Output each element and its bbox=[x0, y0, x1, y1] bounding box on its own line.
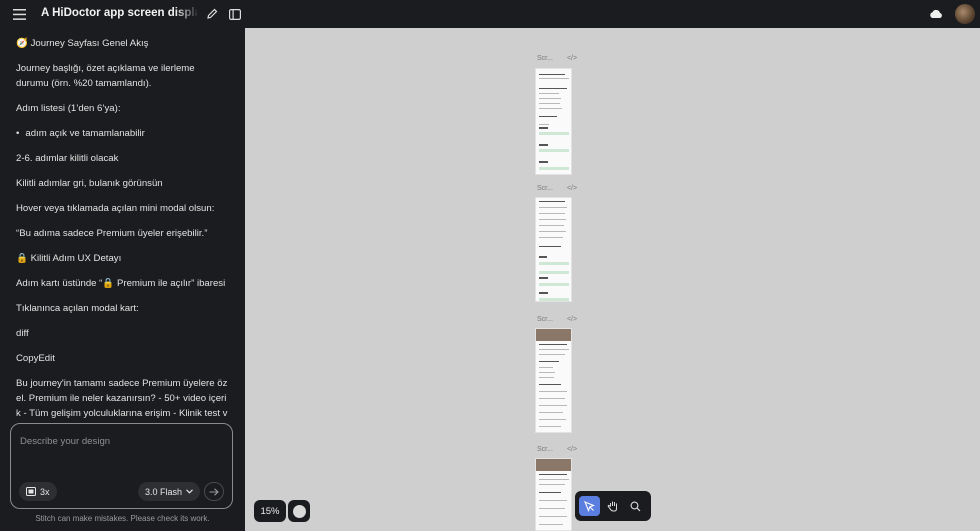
canvas-toolbar bbox=[575, 491, 651, 521]
cloud-icon[interactable] bbox=[927, 5, 945, 23]
variants-button[interactable]: 3x bbox=[19, 482, 57, 501]
design-canvas[interactable] bbox=[245, 28, 980, 531]
frame-label: Scr... </> bbox=[537, 446, 577, 453]
chat-paragraph: “Bu adıma sadece Premium üyeler erişebil… bbox=[16, 228, 208, 239]
disclaimer: Stitch can make mistakes. Please check i… bbox=[35, 514, 210, 523]
code-icon[interactable]: </> bbox=[567, 446, 577, 453]
circle-icon bbox=[292, 504, 306, 518]
code-icon[interactable]: </> bbox=[567, 185, 577, 192]
frame-name[interactable]: Scr... bbox=[537, 185, 553, 192]
screen-frame[interactable] bbox=[535, 197, 572, 302]
chat-paragraph: Bu journey'in tamamı sadece Premium üyel… bbox=[16, 378, 228, 426]
sidebar-toggle-icon[interactable] bbox=[226, 5, 244, 23]
search-icon bbox=[630, 501, 641, 511]
variants-icon bbox=[26, 487, 36, 496]
chat-paragraph: Tıklanınca açılan modal kart: bbox=[16, 303, 139, 314]
prompt-composer[interactable]: Describe your design 3x 3.0 Flash bbox=[10, 423, 233, 509]
frame-label: Scr... </> bbox=[537, 55, 577, 62]
screen-frame[interactable] bbox=[535, 458, 572, 531]
title-fade bbox=[175, 4, 199, 24]
frame-name[interactable]: Scr... bbox=[537, 446, 553, 453]
hand-icon bbox=[607, 501, 617, 512]
screen-frame[interactable] bbox=[535, 68, 572, 175]
chat-paragraph: CopyEdit bbox=[16, 353, 55, 364]
screen-frame[interactable] bbox=[535, 328, 572, 433]
cursor-icon bbox=[584, 500, 595, 512]
send-button[interactable] bbox=[204, 482, 224, 501]
chat-paragraph: Adım listesi (1’den 6’ya): bbox=[16, 103, 121, 114]
bullet-icon: • bbox=[16, 128, 20, 139]
code-icon[interactable]: </> bbox=[567, 316, 577, 323]
frame-label: Scr... </> bbox=[537, 185, 577, 192]
chat-paragraph: Kilitli adımlar gri, bulanık görünsün bbox=[16, 178, 163, 189]
model-select[interactable]: 3.0 Flash bbox=[138, 482, 201, 501]
chat-panel: 🧭 Journey Sayfası Genel Akış Journey baş… bbox=[0, 28, 245, 531]
chat-paragraph: 🔒 Kilitli Adım UX Detayı bbox=[16, 253, 122, 264]
chat-paragraph: Hover veya tıklamada açılan mini modal o… bbox=[16, 203, 215, 214]
model-label: 3.0 Flash bbox=[145, 486, 183, 497]
frame-name[interactable]: Scr... bbox=[537, 55, 553, 62]
chat-message: 🧭 Journey Sayfası Genel Akış Journey baş… bbox=[16, 36, 228, 426]
pan-tool-button[interactable] bbox=[602, 496, 623, 516]
frame-name[interactable]: Scr... bbox=[537, 316, 553, 323]
frame-label: Scr... </> bbox=[537, 316, 577, 323]
arrow-right-icon bbox=[209, 487, 219, 496]
search-tool-button[interactable] bbox=[625, 496, 646, 516]
code-icon[interactable]: </> bbox=[567, 55, 577, 62]
list-item: • adım açık ve tamamlanabilir bbox=[16, 126, 228, 141]
chat-paragraph: Journey başlığı, özet açıklama ve ilerle… bbox=[16, 63, 195, 89]
theme-toggle[interactable] bbox=[288, 500, 310, 522]
chat-paragraph: Adım kartı üstünde “🔒 Premium ile açılır… bbox=[16, 278, 226, 289]
top-bar: A HiDoctor app screen displaying a bbox=[0, 0, 980, 28]
chat-paragraph: diff bbox=[16, 328, 29, 339]
edit-icon[interactable] bbox=[203, 5, 221, 23]
chevron-down-icon bbox=[186, 489, 193, 494]
project-title: A HiDoctor app screen displaying a bbox=[41, 7, 197, 19]
chat-paragraph: 2-6. adımlar kilitli olacak bbox=[16, 153, 119, 164]
prompt-input[interactable]: Describe your design bbox=[20, 436, 110, 447]
select-tool-button[interactable] bbox=[579, 496, 600, 516]
avatar[interactable] bbox=[955, 4, 975, 24]
chat-paragraph: 🧭 Journey Sayfası Genel Akış bbox=[16, 38, 149, 49]
list-item-text: adım açık ve tamamlanabilir bbox=[25, 128, 145, 139]
menu-icon[interactable] bbox=[10, 5, 28, 23]
zoom-level[interactable]: 15% bbox=[254, 500, 286, 522]
variants-label: 3x bbox=[40, 486, 50, 497]
